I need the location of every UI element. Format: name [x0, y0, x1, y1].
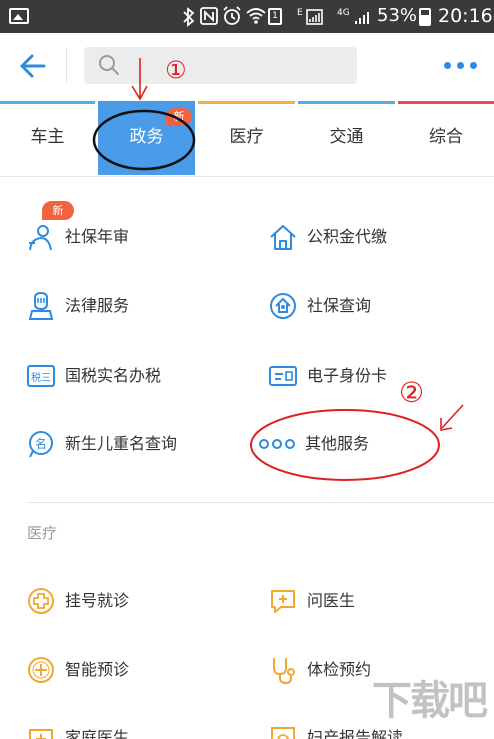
tab-label: 政务	[129, 127, 164, 147]
battery-percent: 53%	[377, 5, 418, 26]
search-box[interactable]	[84, 47, 357, 84]
service-label: 公积金代缴	[307, 227, 388, 246]
section-title-medical: 医疗	[27, 524, 58, 542]
battery-icon	[419, 8, 431, 26]
watermark-text: 下载吧	[372, 678, 488, 724]
tab-label: 车主	[30, 127, 65, 147]
house-icon	[270, 225, 296, 250]
tab-owner[interactable]: 车主	[0, 104, 95, 175]
image-notification-icon	[9, 8, 29, 24]
service-label: 问医生	[307, 591, 356, 610]
dot	[470, 62, 477, 69]
person-icon	[29, 225, 52, 251]
service-label: 其他服务	[305, 434, 370, 453]
service-social-security-review[interactable]: 社保年审	[27, 223, 227, 253]
tax-icon: 税三	[27, 365, 55, 387]
smart-diagnosis-icon	[28, 657, 54, 683]
service-family-doctor[interactable]: 家庭医生	[27, 724, 227, 739]
tab-government[interactable]: 政务 新	[98, 104, 195, 175]
wifi-icon	[246, 8, 266, 24]
report-icon	[271, 727, 295, 739]
header-divider	[66, 48, 67, 82]
service-legal[interactable]: 法律服务	[27, 292, 227, 322]
medical-cross-icon	[28, 588, 54, 614]
stethoscope-icon	[273, 658, 295, 684]
search-icon	[99, 55, 119, 75]
clock: 20:16	[438, 5, 493, 27]
chat-doctor-icon	[271, 590, 295, 613]
nfc-icon	[200, 7, 218, 25]
dot	[457, 62, 464, 69]
service-label: 电子身份卡	[307, 366, 388, 385]
name-search-icon: 名	[29, 431, 53, 458]
service-label: 法律服务	[65, 296, 130, 315]
service-housing-fund[interactable]: 公积金代缴	[269, 223, 469, 253]
tab-label: 综合	[429, 127, 463, 147]
tabs-divider	[0, 176, 494, 177]
service-label: 社保年审	[65, 227, 130, 246]
signal-type-e: E	[297, 8, 303, 18]
more-options-button[interactable]	[442, 57, 478, 75]
service-label: 家庭医生	[65, 728, 130, 739]
id-card-icon	[269, 366, 297, 386]
service-social-security-query[interactable]: 社保查询	[269, 292, 469, 322]
service-electronic-id[interactable]: 电子身份卡	[269, 362, 469, 392]
service-ask-doctor[interactable]: 问医生	[269, 587, 469, 617]
signal-icon	[306, 9, 323, 25]
back-arrow-icon[interactable]	[18, 51, 48, 81]
tab-label: 交通	[329, 127, 364, 147]
status-bar: 1 E 4G 53% 20:16	[0, 0, 494, 33]
service-national-tax[interactable]: 税三 国税实名办税	[27, 362, 227, 392]
annotation-arrow-2	[440, 404, 464, 431]
service-smart-diagnosis[interactable]: 智能预诊	[27, 656, 227, 686]
tax-icon-text: 税三	[31, 371, 51, 384]
section-divider	[27, 502, 494, 503]
family-doctor-icon	[29, 729, 53, 739]
tab-medical[interactable]: 医疗	[198, 104, 295, 175]
bluetooth-icon	[183, 7, 195, 27]
service-other[interactable]: 其他服务	[259, 430, 459, 460]
social-security-icon	[270, 293, 296, 319]
network-type: 4G	[337, 8, 350, 18]
lawyer-icon	[28, 292, 54, 320]
tab-label: 医疗	[229, 127, 264, 147]
category-tabs: 车主 政务 新 医疗 交通 综合	[0, 101, 494, 175]
top-app-bar	[0, 33, 494, 101]
service-label: 新生儿重名查询	[65, 434, 178, 453]
search-input[interactable]	[128, 47, 348, 84]
service-label: 智能预诊	[65, 660, 130, 679]
service-registration[interactable]: 挂号就诊	[27, 587, 227, 617]
new-badge: 新	[166, 108, 192, 126]
service-label: 挂号就诊	[65, 591, 130, 610]
tab-traffic[interactable]: 交通	[298, 104, 395, 175]
more-dots-icon	[259, 439, 295, 449]
alarm-icon	[223, 6, 241, 25]
dot	[444, 62, 451, 69]
tab-general[interactable]: 综合	[398, 104, 494, 175]
service-label: 社保查询	[307, 296, 372, 315]
sim-slot-icon: 1	[268, 8, 282, 25]
service-label: 国税实名办税	[65, 366, 162, 385]
name-icon-text: 名	[35, 436, 47, 451]
new-badge: 新	[42, 201, 74, 220]
service-newborn-name[interactable]: 名 新生儿重名查询	[27, 430, 227, 460]
signal-strength-icon	[355, 12, 369, 24]
